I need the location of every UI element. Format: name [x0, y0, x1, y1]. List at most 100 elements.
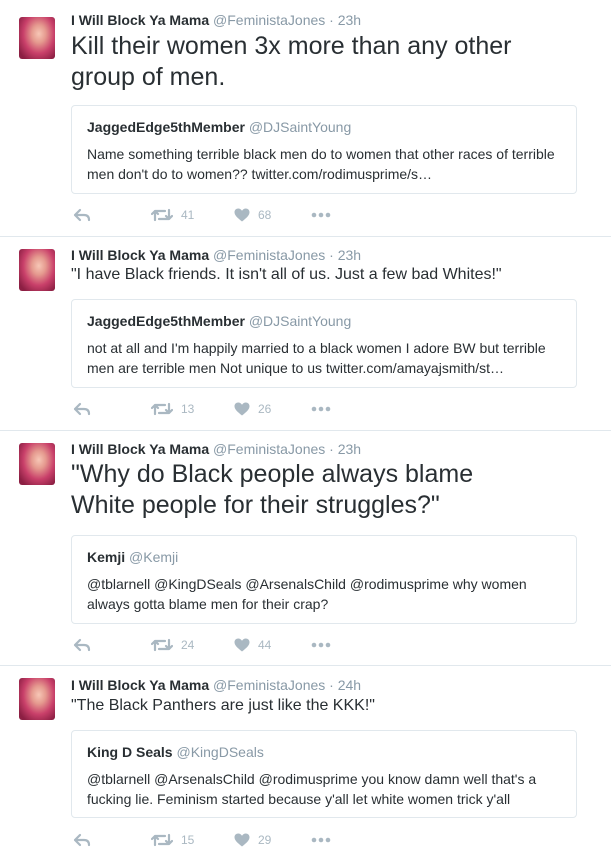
retweet-button[interactable]: 15: [151, 830, 194, 850]
quoted-name: King D Seals: [87, 744, 173, 760]
heart-icon: [234, 638, 250, 652]
display-name[interactable]: I Will Block Ya Mama: [71, 247, 209, 263]
tweet-header: I Will Block Ya Mama @FeministaJones · 2…: [71, 246, 361, 264]
handle[interactable]: @FeministaJones: [213, 12, 325, 28]
tweet-text-line: White people for their struggles?": [71, 491, 440, 519]
tweet-text-line: Kill their women 3x more than any other: [71, 32, 512, 60]
quoted-tweet[interactable]: JaggedEdge5thMember @DJSaintYoung Name s…: [71, 105, 577, 194]
quoted-text-line: fucking lie. Feminism started because y'…: [87, 791, 511, 807]
quoted-header: JaggedEdge5thMember @DJSaintYoung: [87, 312, 351, 330]
display-name[interactable]: I Will Block Ya Mama: [71, 677, 209, 693]
quoted-handle: @Kemji: [129, 549, 179, 565]
quoted-text: @tblarnell @KingDSeals @ArsenalsChild @r…: [87, 574, 567, 614]
heart-icon: [234, 208, 250, 222]
tweet[interactable]: I Will Block Ya Mama @FeministaJones · 2…: [0, 431, 611, 666]
tweet-text: "Why do Black people always blame White …: [71, 459, 576, 521]
handle[interactable]: @FeministaJones: [213, 247, 325, 263]
more-icon: [311, 837, 331, 843]
timestamp[interactable]: · 23h: [329, 441, 361, 457]
more-icon: [311, 212, 331, 218]
avatar[interactable]: [19, 249, 55, 291]
retweet-count: 13: [181, 402, 195, 416]
like-button[interactable]: 26: [234, 399, 271, 419]
tweet-header: I Will Block Ya Mama @FeministaJones · 2…: [71, 440, 361, 458]
quoted-tweet[interactable]: Kemji @Kemji @tblarnell @KingDSeals @Ars…: [71, 535, 577, 624]
quoted-text-line: men don't do to women?? twitter.com/rodi…: [87, 166, 433, 182]
retweet-icon: [151, 208, 173, 222]
tweet-header: I Will Block Ya Mama @FeministaJones · 2…: [71, 11, 361, 29]
retweet-icon: [151, 402, 173, 416]
quoted-name: JaggedEdge5thMember: [87, 119, 245, 135]
timestamp[interactable]: · 24h: [329, 677, 361, 693]
quoted-tweet[interactable]: King D Seals @KingDSeals @tblarnell @Ars…: [71, 730, 577, 818]
retweet-count: 24: [181, 638, 195, 652]
more-button[interactable]: [311, 205, 331, 225]
reply-icon: [73, 208, 91, 222]
avatar[interactable]: [19, 443, 55, 485]
like-count: 26: [258, 402, 272, 416]
quoted-name: Kemji: [87, 549, 126, 565]
quoted-text: @tblarnell @ArsenalsChild @rodimusprime …: [87, 769, 567, 809]
tweet-text: Kill their women 3x more than any other …: [71, 31, 576, 93]
retweet-icon: [151, 833, 173, 847]
tweet-text: "The Black Panthers are just like the KK…: [71, 696, 576, 716]
more-icon: [311, 406, 331, 412]
like-count: 44: [258, 638, 272, 652]
tweet[interactable]: I Will Block Ya Mama @FeministaJones · 2…: [0, 237, 611, 431]
like-count: 29: [258, 833, 272, 847]
tweet-text: "I have Black friends. It isn't all of u…: [71, 265, 576, 285]
reply-button[interactable]: [73, 830, 91, 850]
avatar[interactable]: [19, 678, 55, 720]
tweet[interactable]: I Will Block Ya Mama @FeministaJones · 2…: [0, 0, 611, 237]
avatar[interactable]: [19, 17, 55, 59]
reply-icon: [73, 833, 91, 847]
timestamp[interactable]: · 23h: [329, 12, 361, 28]
retweet-button[interactable]: 13: [151, 399, 194, 419]
quoted-name: JaggedEdge5thMember: [87, 313, 245, 329]
quoted-header: JaggedEdge5thMember @DJSaintYoung: [87, 118, 351, 136]
heart-icon: [234, 833, 250, 847]
like-button[interactable]: 29: [234, 830, 271, 850]
like-count: 68: [258, 208, 272, 222]
reply-icon: [73, 638, 91, 652]
handle[interactable]: @FeministaJones: [213, 677, 325, 693]
like-button[interactable]: 44: [234, 635, 271, 655]
quoted-header: King D Seals @KingDSeals: [87, 743, 264, 761]
quoted-text-line: Name something terrible black men do to …: [87, 146, 555, 162]
quoted-text: not at all and I'm happily married to a …: [87, 338, 567, 378]
quoted-text-line: @tblarnell @ArsenalsChild @rodimusprime …: [87, 771, 537, 787]
quoted-text-line: always gotta blame men for their crap?: [87, 596, 329, 612]
reply-icon: [73, 402, 91, 416]
quoted-text-line: men are terrible men Not unique to us tw…: [87, 360, 505, 376]
handle[interactable]: @FeministaJones: [213, 441, 325, 457]
reply-button[interactable]: [73, 205, 91, 225]
retweet-icon: [151, 638, 173, 652]
retweet-button[interactable]: 41: [151, 205, 194, 225]
display-name[interactable]: I Will Block Ya Mama: [71, 12, 209, 28]
tweet-text-line: "Why do Black people always blame: [71, 460, 474, 488]
quoted-header: Kemji @Kemji: [87, 548, 178, 566]
display-name[interactable]: I Will Block Ya Mama: [71, 441, 209, 457]
more-button[interactable]: [311, 399, 331, 419]
tweet-text-line: "The Black Panthers are just like the KK…: [71, 697, 375, 714]
quoted-handle: @DJSaintYoung: [248, 119, 352, 135]
tweet-text-line: "I have Black friends. It isn't all of u…: [71, 266, 502, 283]
quoted-tweet[interactable]: JaggedEdge5thMember @DJSaintYoung not at…: [71, 299, 577, 388]
quoted-handle: @KingDSeals: [176, 744, 264, 760]
more-button[interactable]: [311, 830, 331, 850]
quoted-text: Name something terrible black men do to …: [87, 144, 567, 184]
heart-icon: [234, 402, 250, 416]
more-button[interactable]: [311, 635, 331, 655]
retweet-count: 15: [181, 833, 195, 847]
quoted-text-line: not at all and I'm happily married to a …: [87, 340, 546, 356]
reply-button[interactable]: [73, 635, 91, 655]
retweet-button[interactable]: 24: [151, 635, 194, 655]
tweet-header: I Will Block Ya Mama @FeministaJones · 2…: [71, 676, 361, 694]
quoted-handle: @DJSaintYoung: [248, 313, 352, 329]
timestamp[interactable]: · 23h: [329, 247, 361, 263]
retweet-count: 41: [181, 208, 195, 222]
like-button[interactable]: 68: [234, 205, 271, 225]
reply-button[interactable]: [73, 399, 91, 419]
quoted-text-line: @tblarnell @KingDSeals @ArsenalsChild @r…: [87, 576, 527, 592]
tweet[interactable]: I Will Block Ya Mama @FeministaJones · 2…: [0, 666, 611, 860]
